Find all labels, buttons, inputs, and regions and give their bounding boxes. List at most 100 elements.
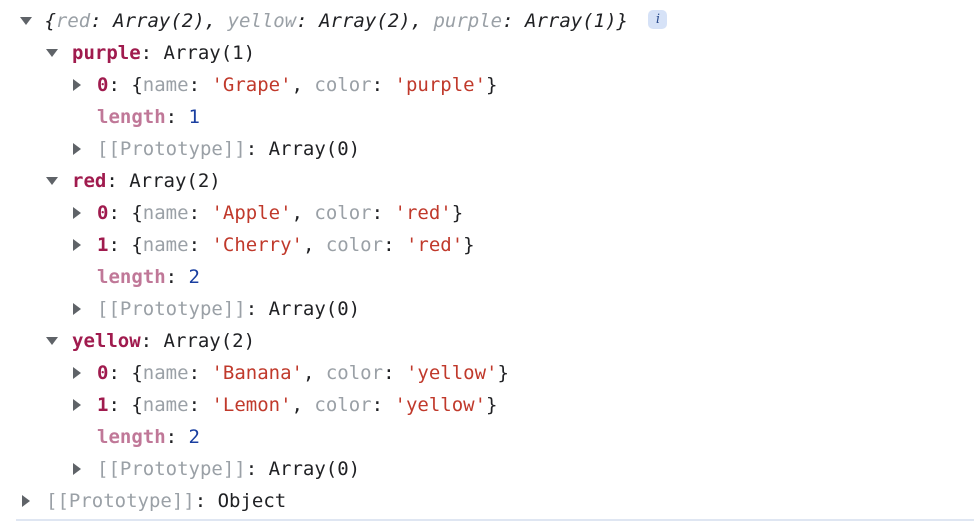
property-name-yellow-0: 0	[97, 362, 109, 384]
property-row-red-1[interactable]: 1: {name: 'Cherry', color: 'red'}	[0, 229, 974, 261]
preview-field-value: 'red'	[394, 202, 452, 224]
preview-field-value: 'yellow'	[394, 394, 487, 416]
preview-key: purple	[433, 10, 503, 32]
preview-field-colon: :	[188, 362, 212, 384]
property-name-red-prototype: [[Prototype]]	[97, 298, 246, 320]
property-row-red-0[interactable]: 0: {name: 'Apple', color: 'red'}	[0, 197, 974, 229]
preview-value: Array(2)	[319, 10, 411, 32]
property-colon: :	[245, 138, 269, 160]
preview-key: yellow	[227, 10, 297, 32]
preview-field-key: name	[142, 362, 189, 384]
preview-field-separator: ,	[302, 362, 326, 384]
property-row-purple-0[interactable]: 0: {name: 'Grape', color: 'purple'}	[0, 69, 974, 101]
property-colon: :	[108, 74, 132, 96]
preview-brace-open: {	[131, 234, 143, 256]
property-name-red-group: red	[72, 170, 107, 192]
expand-collapse-icon-closed-red-prototype[interactable]	[71, 293, 84, 325]
preview-field-colon: :	[371, 202, 395, 224]
expand-collapse-icon-open-yellow-group[interactable]	[46, 325, 59, 357]
object-preview: {red: Array(2), yellow: Array(2), purple…	[44, 10, 628, 32]
expand-collapse-icon-closed-yellow-1[interactable]	[71, 389, 84, 421]
preview-field-colon: :	[371, 74, 395, 96]
property-colon: :	[245, 458, 269, 480]
preview-field-key: color	[314, 74, 372, 96]
preview-field-colon: :	[371, 394, 395, 416]
property-name-red-1: 1	[97, 234, 109, 256]
preview-colon: :	[90, 10, 114, 32]
preview-field-key: name	[142, 74, 189, 96]
preview-field-value: 'Lemon'	[211, 394, 292, 416]
preview-field-value: 'Cherry'	[211, 234, 303, 256]
preview-brace-open: {	[131, 74, 143, 96]
property-row-red-group[interactable]: red: Array(2)	[0, 165, 974, 197]
property-colon: :	[108, 202, 132, 224]
property-name-purple-group: purple	[72, 42, 141, 64]
property-name-purple-0: 0	[97, 74, 109, 96]
preview-field-colon: :	[383, 362, 406, 384]
property-row-yellow-length[interactable]: length: 2	[0, 421, 974, 453]
property-value-yellow-length: 2	[188, 426, 200, 448]
property-row-red-prototype[interactable]: [[Prototype]]: Array(0)	[0, 293, 974, 325]
property-row-root-prototype[interactable]: [[Prototype]]: Object	[0, 485, 974, 517]
property-value-red-group: Array(2)	[129, 170, 221, 192]
expand-collapse-root-icon[interactable]	[20, 5, 33, 37]
property-value-yellow-group: Array(2)	[163, 330, 256, 352]
property-colon: :	[140, 330, 164, 352]
preview-field-colon: :	[188, 234, 212, 256]
preview-field-value: 'Apple'	[211, 202, 292, 224]
property-row-purple-prototype[interactable]: [[Prototype]]: Array(0)	[0, 133, 974, 165]
preview-field-key: name	[142, 202, 189, 224]
property-value-red-prototype: Array(0)	[268, 298, 361, 320]
expand-collapse-icon-closed-purple-0[interactable]	[71, 69, 84, 101]
preview-field-value: 'purple'	[394, 74, 487, 96]
object-summary-row[interactable]: {red: Array(2), yellow: Array(2), purple…	[0, 5, 974, 37]
expand-collapse-icon-closed-red-0[interactable]	[71, 197, 84, 229]
preview-field-colon: :	[188, 394, 212, 416]
property-colon: :	[108, 394, 132, 416]
expand-collapse-icon-open-purple-group[interactable]	[46, 37, 59, 69]
preview-field-key: color	[314, 394, 372, 416]
property-colon: :	[165, 426, 189, 448]
expand-collapse-icon-closed-yellow-prototype[interactable]	[71, 453, 84, 485]
property-colon: :	[245, 298, 269, 320]
property-colon: :	[194, 490, 218, 512]
property-colon: :	[165, 266, 189, 288]
property-row-yellow-1[interactable]: 1: {name: 'Lemon', color: 'yellow'}	[0, 389, 974, 421]
preview-value: Array(2)	[113, 10, 205, 32]
preview-separator: ,	[410, 10, 434, 32]
property-row-purple-group[interactable]: purple: Array(1)	[0, 37, 974, 69]
expand-collapse-icon-closed-purple-prototype[interactable]	[71, 133, 84, 165]
property-row-yellow-prototype[interactable]: [[Prototype]]: Array(0)	[0, 453, 974, 485]
preview-field-colon: :	[383, 234, 406, 256]
property-value-root-prototype: Object	[217, 490, 287, 512]
property-colon: :	[106, 170, 130, 192]
property-name-purple-length: length	[97, 106, 166, 128]
console-divider	[16, 519, 974, 521]
info-badge-icon[interactable]: i	[648, 10, 668, 29]
property-row-yellow-group[interactable]: yellow: Array(2)	[0, 325, 974, 357]
console-object-inspector: { red: Array(2), yellow: Array(2), purple…	[0, 0, 974, 530]
preview-value: Array(1)	[525, 10, 617, 32]
preview-brace-close: }	[451, 202, 464, 224]
property-row-yellow-0[interactable]: 0: {name: 'Banana', color: 'yellow'}	[0, 357, 974, 389]
preview-field-key: color	[314, 202, 372, 224]
property-name-yellow-length: length	[97, 426, 166, 448]
expand-collapse-icon-closed-root-prototype[interactable]	[20, 485, 33, 517]
property-name-yellow-prototype: [[Prototype]]	[97, 458, 246, 480]
property-name-yellow-1: 1	[97, 394, 109, 416]
property-value-red-length: 2	[188, 266, 200, 288]
brace-close: }	[616, 10, 628, 32]
preview-field-separator: ,	[291, 74, 315, 96]
preview-colon: :	[502, 10, 525, 32]
expand-collapse-icon-open-red-group[interactable]	[46, 165, 59, 197]
property-value-purple-group: Array(1)	[163, 42, 256, 64]
property-row-purple-length[interactable]: length: 1	[0, 101, 974, 133]
expand-collapse-icon-closed-yellow-0[interactable]	[71, 357, 84, 389]
expand-collapse-icon-closed-red-1[interactable]	[71, 229, 84, 261]
preview-field-key: name	[142, 234, 189, 256]
preview-brace-close: }	[463, 234, 475, 256]
property-row-red-length[interactable]: length: 2	[0, 261, 974, 293]
preview-field-colon: :	[188, 74, 212, 96]
preview-field-value: 'Grape'	[211, 74, 292, 96]
property-colon: :	[140, 42, 164, 64]
